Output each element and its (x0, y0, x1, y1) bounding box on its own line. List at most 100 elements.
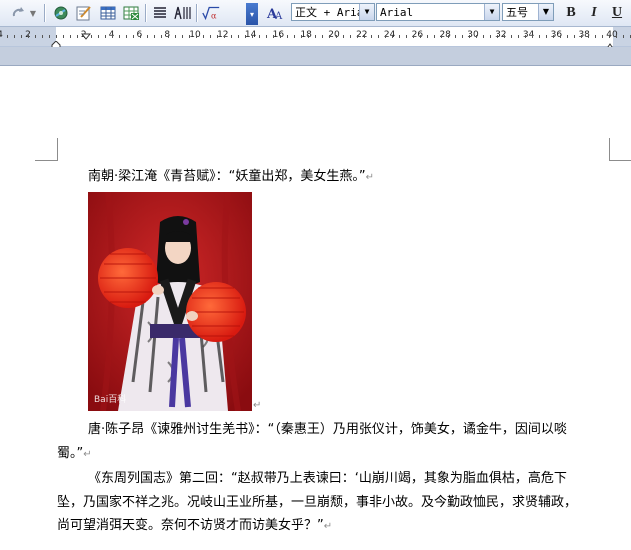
paragraph-text: 《东周列国志》第二回：“赵叔带乃上表谏曰：‘山崩川竭，其象为脂血俱枯，高危下 (88, 471, 567, 486)
ruler-tick (154, 35, 155, 38)
hyperlink-icon[interactable] (51, 3, 71, 23)
margin-corner-right (609, 138, 631, 161)
ruler-tick (329, 35, 330, 38)
first-line-indent-marker[interactable] (80, 27, 92, 46)
text-direction-icon[interactable] (172, 3, 192, 23)
ruler-tick (98, 35, 99, 38)
font-select[interactable]: Arial ▼ (376, 3, 500, 21)
underline-button[interactable]: U (608, 3, 626, 23)
ruler-tick (224, 35, 225, 38)
ruler-tick (469, 35, 470, 38)
ruler-tick (581, 35, 582, 38)
ruler-tick (553, 35, 554, 38)
redo-dropdown-icon[interactable]: ▼ (28, 3, 38, 23)
ruler-tick (14, 35, 15, 38)
ruler-tick (476, 35, 477, 38)
ruler-tick (112, 35, 113, 38)
font-size-value: 五号 (506, 6, 528, 19)
ruler-number: 14 (244, 30, 257, 40)
style-select[interactable]: 正文 + Aria ▼ (291, 3, 375, 21)
ruler-tick (231, 35, 232, 38)
italic-button[interactable]: I (585, 3, 603, 23)
ruler-tick (280, 35, 281, 38)
ruler-tick (392, 35, 393, 38)
paragraph-mark: ↵ (365, 172, 374, 183)
paragraph-3-line-1: 《东周列国志》第二回：“赵叔带乃上表谏曰：‘山崩川竭，其象为脂血俱枯，高危下 (88, 467, 567, 491)
ruler-tick (357, 35, 358, 38)
ruler-tick (518, 35, 519, 38)
ruler-tick (126, 35, 127, 38)
redo-icon[interactable] (8, 3, 28, 23)
columns-icon[interactable] (150, 3, 170, 23)
ruler-tick (343, 35, 344, 38)
ruler-tick (497, 35, 498, 38)
inline-photo[interactable]: Bai百科 (88, 192, 252, 411)
ruler-tick (294, 35, 295, 38)
paragraph-text: 唐·陈子昂《谏雅州讨生羌书》：“（秦惠王）乃用张仪计，饰美女，谲金牛，因间以啖 (88, 422, 567, 437)
ruler-tick (273, 35, 274, 38)
ruler-tick (189, 35, 190, 38)
ruler-tick (70, 35, 71, 38)
ruler-tick (119, 35, 120, 38)
ruler-tick (483, 35, 484, 38)
ruler-tick (182, 35, 183, 38)
ruler-tick (252, 35, 253, 38)
ruler-tick (196, 35, 197, 38)
toolbar-overflow-icon[interactable]: ▾ (246, 3, 258, 25)
ruler-tick (567, 35, 568, 38)
ruler-tick (245, 35, 246, 38)
chevron-down-icon[interactable]: ▼ (538, 4, 553, 20)
ruler-tick (49, 35, 50, 38)
horizontal-ruler[interactable]: 42246810121416182022242628303234363840 (0, 27, 631, 51)
ruler-number: 16 (272, 30, 285, 40)
ruler-tick (63, 35, 64, 38)
ruler-tick (532, 35, 533, 38)
paragraph-mark: ↵ (323, 521, 333, 532)
font-style-icon[interactable]: AA (266, 3, 286, 23)
paragraph-2-line-2: 蜀。”↵ (57, 442, 92, 467)
ruler-tick (203, 35, 204, 38)
ruler-tick (385, 35, 386, 38)
ruler-tick (413, 35, 414, 38)
font-size-select[interactable]: 五号 ▼ (502, 3, 554, 21)
photo-watermark: Bai百科 (94, 395, 127, 405)
ruler-number: 18 (300, 30, 312, 40)
ruler-tick (28, 35, 29, 38)
drawing-icon[interactable] (74, 3, 94, 23)
paragraph-mark: ↵ (253, 400, 262, 411)
ruler-tick (378, 35, 379, 38)
table-icon[interactable] (98, 3, 118, 23)
paragraph-text: 尚可望消弭天变。奈何不访贤才而访美女乎？” (57, 518, 324, 533)
ruler-tick (525, 35, 526, 38)
ruler-tick (560, 35, 561, 38)
ruler-tick (77, 35, 78, 38)
chevron-down-icon[interactable]: ▼ (484, 4, 499, 20)
ruler-tick (7, 35, 8, 38)
paragraph-3-line-2: 坠，乃国家不祥之兆。况岐山王业所基，一旦崩颓，事非小故。及今勤政恤民，求贤辅政， (57, 491, 577, 515)
ruler-tick (546, 35, 547, 38)
ruler-tick (504, 35, 505, 38)
paragraph-text: 坠，乃国家不祥之兆。况岐山王业所基，一旦崩颓，事非小故。及今勤政恤民，求贤辅政， (57, 495, 578, 510)
ruler-tick (287, 35, 288, 38)
chevron-down-icon[interactable]: ▼ (359, 4, 374, 20)
paragraph-text: 蜀。” (57, 446, 84, 461)
ruler-tick (21, 35, 22, 38)
ruler-tick (427, 35, 428, 38)
ruler-tick (35, 35, 36, 38)
ruler-tick (406, 35, 407, 38)
ruler-tick (168, 35, 169, 38)
ruler-tick (133, 35, 134, 38)
bold-button[interactable]: B (562, 3, 580, 23)
ruler-tick (420, 35, 421, 38)
equation-icon[interactable]: α (201, 3, 221, 23)
ruler-tick (308, 35, 309, 38)
ruler-band (0, 47, 631, 66)
svg-text:A: A (274, 11, 283, 22)
font-value: Arial (380, 6, 414, 19)
ruler-tick (105, 35, 106, 38)
ruler-tick (616, 35, 617, 38)
ruler-tick (322, 35, 323, 38)
ruler-tick (350, 35, 351, 38)
excel-icon[interactable] (121, 3, 141, 23)
ruler-tick (455, 35, 456, 38)
